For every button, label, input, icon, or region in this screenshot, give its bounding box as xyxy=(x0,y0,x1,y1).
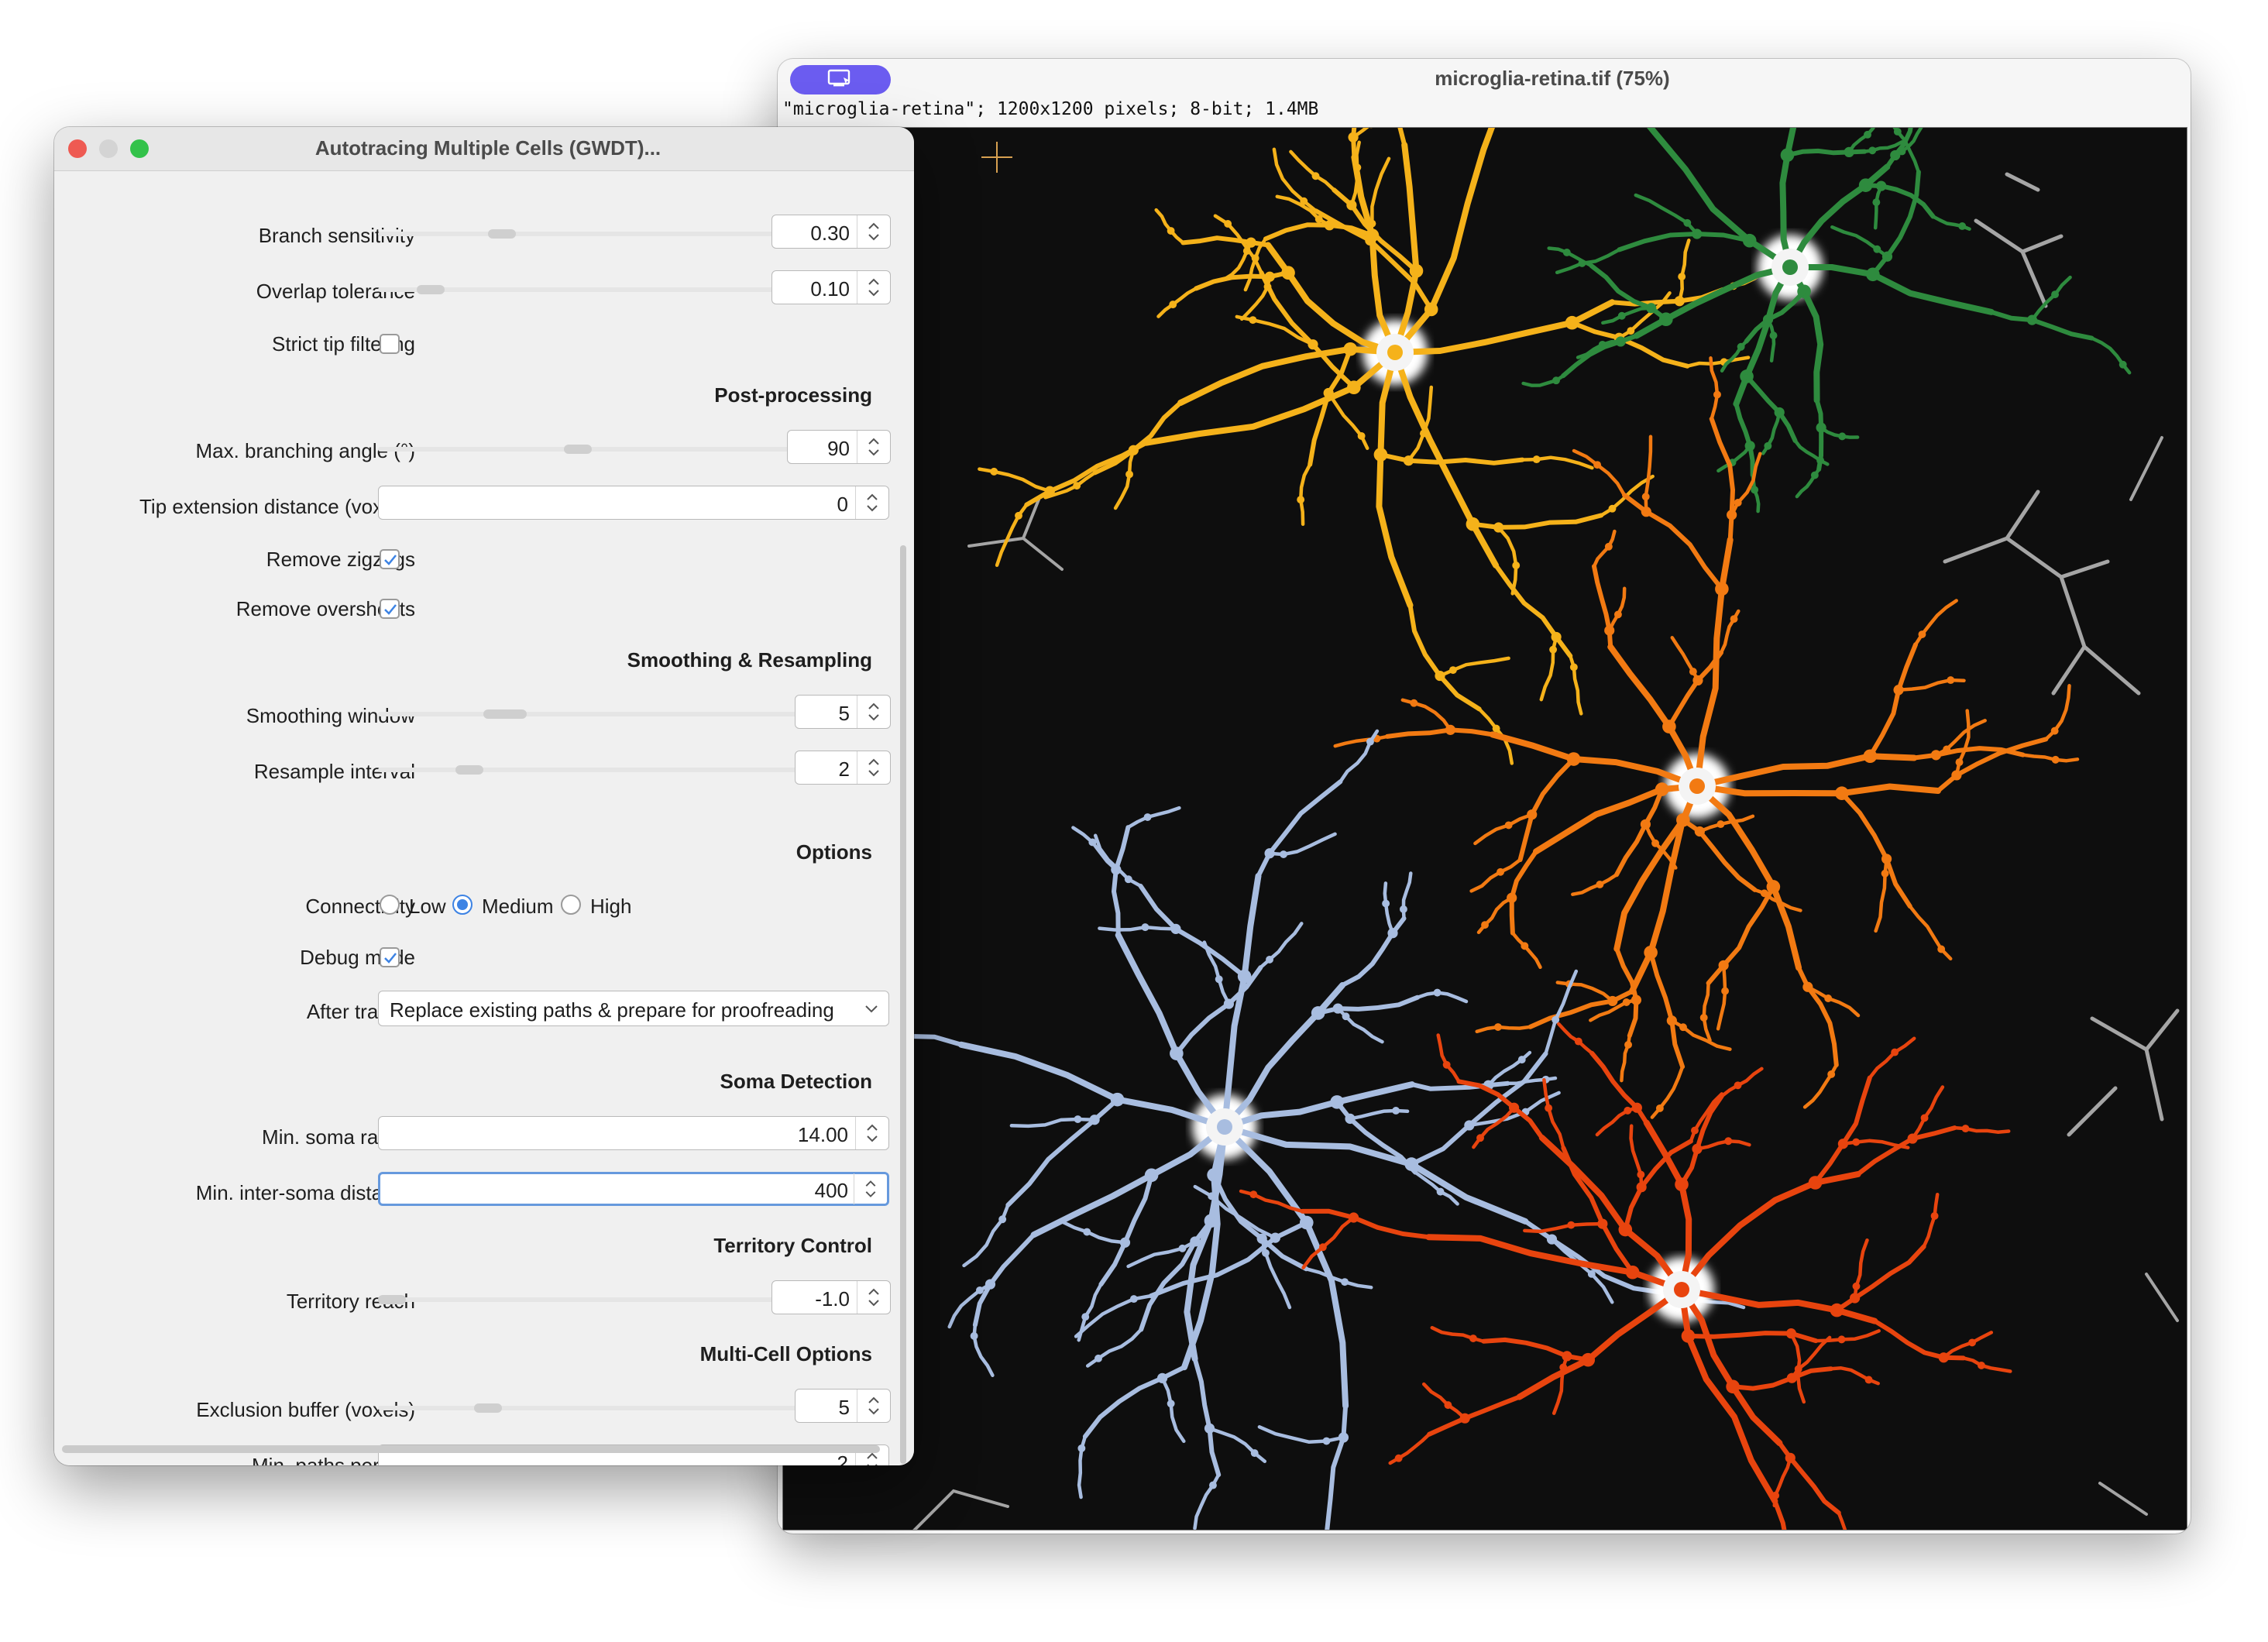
smoothing-resampling-heading: Smoothing & Resampling xyxy=(627,648,872,672)
overlap-tolerance-slider[interactable] xyxy=(378,285,812,294)
strict-tip-filtering-row: Strict tip filtering xyxy=(54,323,914,362)
horizontal-scrollbar[interactable] xyxy=(62,1445,880,1453)
minimize-icon[interactable] xyxy=(99,139,118,158)
dialog-title: Autotracing Multiple Cells (GWDT)... xyxy=(314,136,662,160)
territory-reach-value: -1.0 xyxy=(815,1287,850,1311)
branch-sensitivity-value: 0.30 xyxy=(810,222,850,245)
image-info-bar: "microglia-retina"; 1200x1200 pixels; 8-… xyxy=(782,99,1319,119)
resample-interval-spinner[interactable]: 2 xyxy=(795,751,891,785)
resample-interval-slider[interactable] xyxy=(378,765,835,775)
stepper-arrows-icon[interactable] xyxy=(857,1390,890,1422)
after-tracing-row: After tracing Replace existing paths & p… xyxy=(54,991,914,1029)
image-window-titlebar[interactable]: microglia-retina.tif (75%) xyxy=(778,59,2191,102)
chevron-down-icon xyxy=(862,999,881,1022)
territory-reach-slider[interactable] xyxy=(378,1295,812,1304)
window-tool-button[interactable] xyxy=(790,65,891,94)
close-icon[interactable] xyxy=(68,139,87,158)
branch-sensitivity-slider[interactable] xyxy=(378,229,812,239)
remove-zigzags-row: Remove zigzags xyxy=(54,538,914,577)
exclusion-buffer-value: 5 xyxy=(838,1396,850,1419)
min-inter-soma-distance-row: Min. inter-soma distance 400 xyxy=(54,1172,914,1211)
strict-tip-filtering-checkbox[interactable] xyxy=(380,334,400,354)
dialog-body: Branch sensitivity 0.30 Overlap toleranc… xyxy=(54,171,914,1465)
options-heading: Options xyxy=(796,840,872,864)
min-soma-radius-row: Min. soma radius 14.00 xyxy=(54,1116,914,1155)
exclusion-buffer-spinner[interactable]: 5 xyxy=(795,1389,891,1423)
after-tracing-value: Replace existing paths & prepare for pro… xyxy=(390,998,834,1022)
vertical-scrollbar[interactable] xyxy=(900,545,906,1464)
tip-extension-distance-row: Tip extension distance (voxels) 0 xyxy=(54,486,914,524)
remove-overshoots-row: Remove overshoots xyxy=(54,588,914,627)
max-branching-angle-slider[interactable] xyxy=(378,445,827,454)
after-tracing-dropdown[interactable]: Replace existing paths & prepare for pro… xyxy=(378,991,889,1026)
checkmark-icon xyxy=(384,953,397,964)
max-branching-angle-spinner[interactable]: 90 xyxy=(787,430,891,464)
unlabeled-cells xyxy=(805,172,2180,1530)
resample-interval-value: 2 xyxy=(838,757,850,781)
zoom-icon[interactable] xyxy=(130,139,149,158)
traced-cell-yellow xyxy=(978,128,1775,765)
smoothing-window-value: 5 xyxy=(838,702,850,725)
remove-zigzags-checkbox[interactable] xyxy=(380,549,400,569)
post-processing-heading: Post-processing xyxy=(714,383,872,407)
min-inter-soma-distance-value: 400 xyxy=(814,1179,848,1202)
connectivity-low-radio[interactable] xyxy=(380,895,400,915)
stepper-arrows-icon[interactable] xyxy=(857,271,890,304)
connectivity-low-label: Low xyxy=(409,895,446,918)
image-canvas[interactable] xyxy=(782,127,2187,1530)
smoothing-window-slider[interactable] xyxy=(378,709,835,719)
stepper-arrows-icon[interactable] xyxy=(857,751,890,784)
image-window-title: microglia-retina.tif (75%) xyxy=(1435,67,1670,90)
checkmark-icon xyxy=(384,604,397,615)
min-soma-radius-value: 14.00 xyxy=(797,1123,848,1146)
crosshair-icon xyxy=(981,142,1012,173)
resample-interval-row: Resample interval 2 xyxy=(54,751,914,789)
connectivity-high-radio[interactable] xyxy=(561,895,581,915)
smoothing-window-spinner[interactable]: 5 xyxy=(795,695,891,729)
stepper-arrows-icon[interactable] xyxy=(855,1117,888,1149)
stepper-arrows-icon[interactable] xyxy=(857,1281,890,1314)
territory-reach-spinner[interactable]: -1.0 xyxy=(771,1280,891,1314)
stepper-arrows-icon[interactable] xyxy=(857,431,890,463)
multi-cell-options-heading: Multi-Cell Options xyxy=(699,1342,872,1365)
tip-extension-distance-spinner[interactable]: 0 xyxy=(378,486,889,520)
stepper-arrows-icon[interactable] xyxy=(857,215,890,248)
overlap-tolerance-value: 0.10 xyxy=(810,277,850,301)
overlap-tolerance-row: Overlap tolerance 0.10 xyxy=(54,270,914,309)
soma-detection-heading: Soma Detection xyxy=(720,1070,873,1093)
territory-control-heading: Territory Control xyxy=(713,1234,872,1257)
stepper-arrows-icon[interactable] xyxy=(854,1173,887,1204)
image-window[interactable]: microglia-retina.tif (75%) "microglia-re… xyxy=(778,59,2191,1534)
min-inter-soma-distance-spinner[interactable]: 400 xyxy=(378,1172,889,1206)
branch-sensitivity-spinner[interactable]: 0.30 xyxy=(771,215,891,249)
connectivity-row: Connectivity Low Medium High xyxy=(54,885,914,924)
window-tool-icon xyxy=(826,68,854,92)
connectivity-medium-radio[interactable] xyxy=(452,895,472,915)
min-soma-radius-spinner[interactable]: 14.00 xyxy=(378,1116,889,1150)
overlap-tolerance-spinner[interactable]: 0.10 xyxy=(771,270,891,304)
smoothing-window-row: Smoothing window 5 xyxy=(54,695,914,733)
stepper-arrows-icon[interactable] xyxy=(857,696,890,728)
territory-reach-row: Territory reach -1.0 xyxy=(54,1280,914,1319)
checkmark-icon xyxy=(384,555,397,565)
exclusion-buffer-slider[interactable] xyxy=(378,1403,835,1413)
autotracing-dialog[interactable]: Autotracing Multiple Cells (GWDT)... Bra… xyxy=(54,127,914,1465)
branch-sensitivity-row: Branch sensitivity 0.30 xyxy=(54,215,914,253)
stepper-arrows-icon[interactable] xyxy=(855,486,888,519)
debug-mode-row: Debug mode xyxy=(54,936,914,975)
remove-overshoots-checkbox[interactable] xyxy=(380,599,400,619)
tip-extension-distance-label: Tip extension distance (voxels) xyxy=(139,495,415,518)
connectivity-medium-label: Medium xyxy=(482,895,554,918)
max-branching-angle-value: 90 xyxy=(827,437,850,460)
exclusion-buffer-row: Exclusion buffer (voxels) 5 xyxy=(54,1389,914,1427)
min-paths-per-cell-value: 2 xyxy=(837,1451,848,1465)
dialog-titlebar[interactable]: Autotracing Multiple Cells (GWDT)... xyxy=(54,127,914,171)
debug-mode-checkbox[interactable] xyxy=(380,947,400,967)
connectivity-high-label: High xyxy=(590,895,632,918)
max-branching-angle-row: Max. branching angle (°) 90 xyxy=(54,430,914,469)
tip-extension-distance-value: 0 xyxy=(837,493,848,516)
